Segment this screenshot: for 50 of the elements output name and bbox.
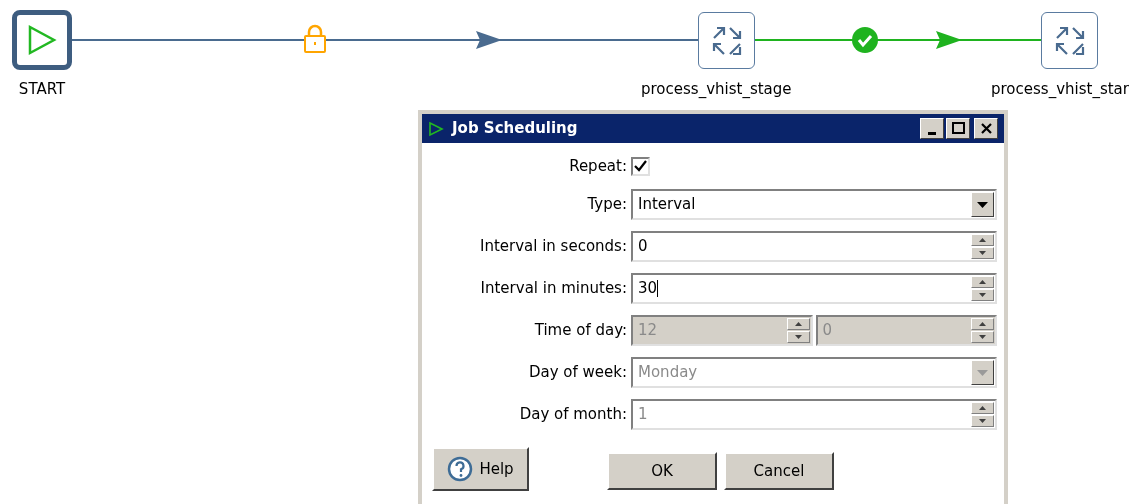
down-arrow-icon (977, 201, 988, 208)
node-label: process_vhist_star (991, 79, 1129, 100)
down-arrow-icon (794, 335, 802, 339)
transform-node[interactable] (1041, 12, 1098, 69)
dropdown-field[interactable]: Interval (631, 189, 997, 220)
help-button[interactable]: Help (432, 447, 529, 491)
spin-up-button[interactable] (971, 234, 994, 246)
play-icon (27, 24, 57, 56)
window-title: Job Scheduling (452, 118, 579, 140)
field-label: Day of week: (527, 362, 627, 384)
maximize-button[interactable] (946, 118, 970, 139)
field-label: Interval in seconds: (478, 236, 627, 258)
up-arrow-icon (979, 280, 986, 284)
ok-button[interactable]: OK (607, 452, 717, 490)
field-label: Repeat: (568, 155, 627, 177)
field-label: Time of day: (533, 320, 627, 342)
down-arrow-icon (979, 251, 986, 255)
maximize-icon (949, 120, 967, 137)
hop-arrow[interactable] (71, 31, 699, 49)
transform-node[interactable] (698, 12, 755, 69)
dropdown-button[interactable] (971, 192, 994, 217)
spin-up-button[interactable] (971, 276, 994, 288)
node-label: process_vhist_stage (641, 79, 792, 100)
help-icon (447, 456, 474, 482)
down-arrow-icon (979, 335, 986, 339)
node-label: START (17, 79, 67, 100)
down-arrow-icon (979, 293, 986, 297)
field-label: Type: (586, 194, 627, 216)
spinner-field[interactable]: 0 (631, 231, 997, 262)
up-arrow-icon (794, 322, 802, 326)
field-label: Day of month: (518, 404, 627, 426)
spinner-field[interactable]: 30 (631, 273, 997, 304)
play-icon (428, 120, 444, 137)
minimize-button[interactable] (920, 118, 944, 139)
down-arrow-icon (977, 369, 988, 376)
close-button[interactable] (974, 118, 998, 139)
down-arrow-icon (979, 419, 986, 423)
check-icon (852, 27, 878, 53)
lock-icon (304, 24, 326, 53)
field-label: Interval in minutes: (479, 278, 627, 300)
start-node[interactable] (12, 10, 72, 70)
up-arrow-icon (979, 322, 986, 326)
hop-arrow[interactable] (754, 31, 1042, 49)
spin-down-button[interactable] (971, 247, 994, 259)
spin-down-button[interactable] (971, 289, 994, 301)
checkbox[interactable] (631, 156, 650, 176)
cancel-button[interactable]: Cancel (724, 452, 834, 490)
up-arrow-icon (979, 406, 986, 410)
up-arrow-icon (979, 238, 986, 242)
minimize-icon (928, 131, 936, 135)
